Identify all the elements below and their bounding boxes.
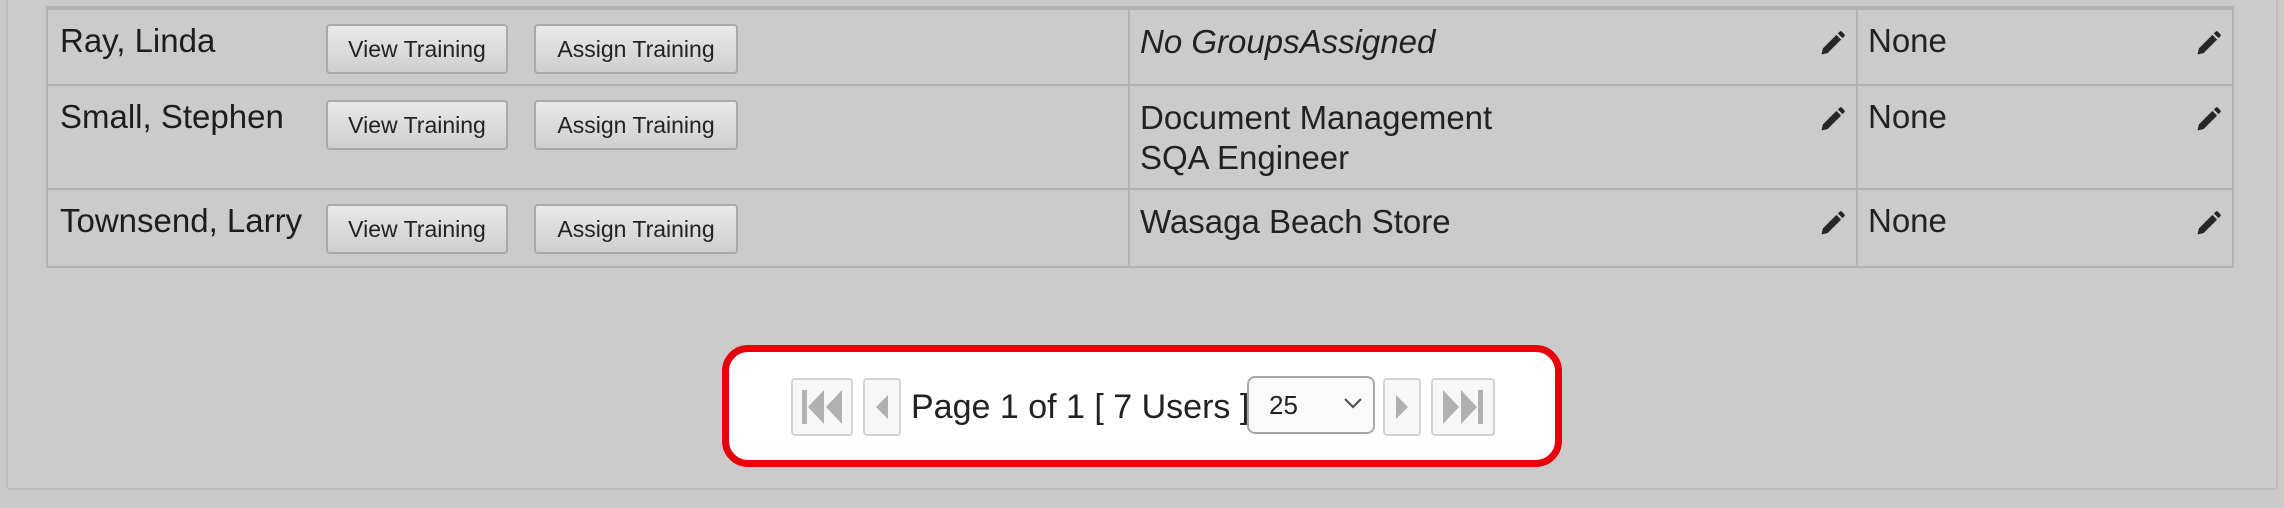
- first-page-icon: [802, 390, 842, 424]
- roles-value: None: [1868, 202, 1947, 239]
- pencil-icon[interactable]: [1818, 106, 1846, 134]
- first-page-button[interactable]: [791, 378, 853, 436]
- view-training-button[interactable]: View Training: [326, 24, 508, 74]
- previous-page-button[interactable]: [863, 378, 901, 436]
- next-page-button[interactable]: [1383, 378, 1421, 436]
- groups-cell: No GroupsAssigned: [1128, 8, 1858, 86]
- previous-page-icon: [876, 395, 888, 419]
- group-name: No GroupsAssigned: [1140, 23, 1436, 60]
- page-size-select[interactable]: 25: [1247, 376, 1375, 434]
- groups-cell: Document Management SQA Engineer: [1128, 84, 1858, 190]
- user-name: Townsend, Larry: [60, 202, 303, 239]
- groups-list: No GroupsAssigned: [1140, 22, 1435, 62]
- next-page-icon: [1396, 395, 1408, 419]
- table-row: Small, Stephen View Training Assign Trai…: [46, 84, 2234, 190]
- user-name: Ray, Linda: [60, 22, 216, 59]
- assign-training-button[interactable]: Assign Training: [534, 204, 738, 254]
- user-cell: Townsend, Larry View Training Assign Tra…: [46, 188, 1130, 268]
- view-training-button[interactable]: View Training: [326, 204, 508, 254]
- roles-cell: None: [1856, 84, 2234, 190]
- groups-list: Wasaga Beach Store: [1140, 202, 1451, 242]
- pencil-icon[interactable]: [1818, 210, 1846, 238]
- roles-cell: None: [1856, 8, 2234, 86]
- table-row: Townsend, Larry View Training Assign Tra…: [46, 188, 2234, 268]
- pencil-icon[interactable]: [1818, 30, 1846, 58]
- pagination-highlight: Page 1 of 1 [ 7 Users ] 25: [722, 345, 1562, 467]
- chevron-down-icon: [1344, 398, 1362, 409]
- page-size-value: 25: [1269, 390, 1298, 420]
- groups-cell: Wasaga Beach Store: [1128, 188, 1858, 268]
- assign-training-button[interactable]: Assign Training: [534, 100, 738, 150]
- roles-value: None: [1868, 22, 1947, 59]
- user-cell: Small, Stephen View Training Assign Trai…: [46, 84, 1130, 190]
- roles-cell: None: [1856, 188, 2234, 268]
- group-name: SQA Engineer: [1140, 139, 1350, 176]
- pencil-icon[interactable]: [2194, 30, 2222, 58]
- group-name: Wasaga Beach Store: [1140, 203, 1451, 240]
- view-training-button[interactable]: View Training: [326, 100, 508, 150]
- roles-value: None: [1868, 98, 1947, 135]
- group-name: Document Management: [1140, 99, 1493, 136]
- users-table: Ray, Linda View Training Assign Training…: [46, 6, 2234, 268]
- groups-list: Document Management SQA Engineer: [1140, 98, 1492, 178]
- pencil-icon[interactable]: [2194, 210, 2222, 238]
- table-row: Ray, Linda View Training Assign Training…: [46, 8, 2234, 86]
- user-cell: Ray, Linda View Training Assign Training: [46, 8, 1130, 86]
- last-page-icon: [1443, 390, 1483, 424]
- user-name: Small, Stephen: [60, 98, 284, 135]
- pencil-icon[interactable]: [2194, 106, 2222, 134]
- page-status: Page 1 of 1 [ 7 Users ]: [911, 388, 1250, 426]
- last-page-button[interactable]: [1431, 378, 1495, 436]
- assign-training-button[interactable]: Assign Training: [534, 24, 738, 74]
